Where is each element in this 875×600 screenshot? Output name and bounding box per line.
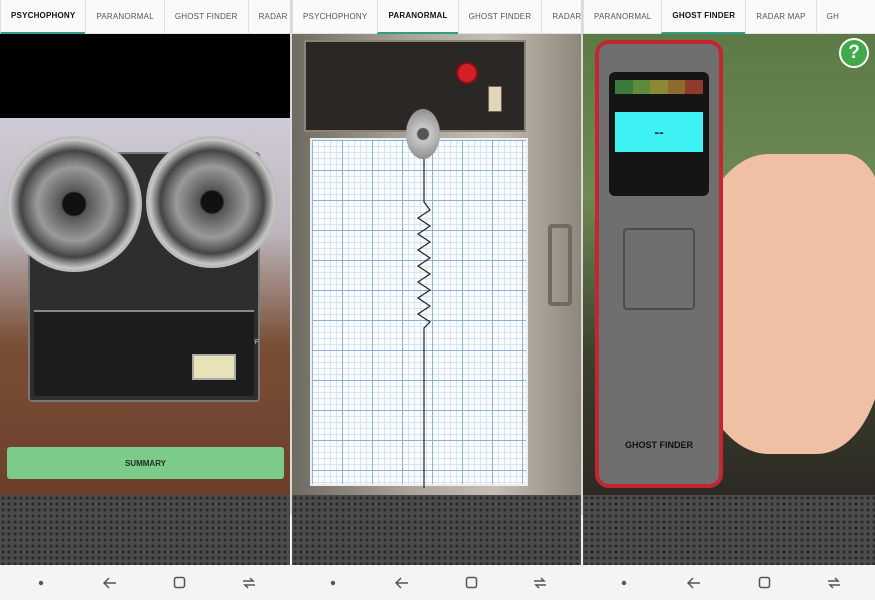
content-area: -- GHOST FINDER ? [583, 34, 875, 495]
system-nav-bar [0, 565, 290, 600]
tab-paranormal[interactable]: PARANORMAL [583, 0, 661, 34]
recent-apps-icon[interactable] [820, 571, 848, 595]
back-arrow-icon[interactable] [680, 571, 708, 595]
case-handle [548, 224, 572, 306]
device-screen: -- [609, 72, 709, 196]
tab-paranormal[interactable]: PARANORMAL [85, 0, 163, 34]
tab-radar-map[interactable]: RADAR MAP [745, 0, 815, 34]
right-reel [146, 136, 278, 268]
toggle-switch [488, 86, 502, 112]
psychophony-screen: PSYCHOPHONY PARANORMAL GHOST FINDER RADA… [0, 0, 290, 600]
tab-bar: PARANORMAL GHOST FINDER RADAR MAP GH [583, 0, 875, 34]
led-3 [650, 80, 668, 94]
tab-bar: PSYCHOPHONY PARANORMAL GHOST FINDER RADA… [292, 0, 581, 34]
home-icon[interactable] [166, 571, 194, 595]
led-2 [632, 80, 651, 94]
waveform-trace [416, 140, 432, 488]
tab-radar[interactable]: RADAR [247, 0, 290, 34]
system-nav-bar [292, 565, 581, 600]
speaker-grille [0, 495, 290, 565]
control-panel [34, 310, 254, 396]
recent-apps-icon[interactable] [526, 571, 554, 595]
dot-icon[interactable] [610, 571, 638, 595]
tab-ghost-finder[interactable]: GHOST FINDER [163, 0, 248, 34]
tab-paranormal[interactable]: PARANORMAL [377, 0, 458, 34]
ghost-finder-device: -- GHOST FINDER [595, 40, 723, 488]
tab-ghost-finder[interactable]: GHOST FINDER [661, 0, 746, 34]
pen-stylus [406, 109, 440, 159]
chart-paper [310, 138, 528, 488]
tab-ghost-finder[interactable]: GHOST FINDER [457, 0, 542, 34]
vu-meter [192, 354, 236, 380]
tab-bar: PSYCHOPHONY PARANORMAL GHOST FINDER RADA… [0, 0, 290, 34]
speaker-grille [292, 495, 581, 565]
system-nav-bar [583, 565, 875, 600]
led-1 [615, 80, 633, 94]
home-icon[interactable] [457, 571, 485, 595]
black-area [0, 34, 290, 118]
led-5 [685, 80, 703, 94]
back-arrow-icon[interactable] [96, 571, 124, 595]
led-4 [667, 80, 686, 94]
speaker-grille [583, 495, 875, 565]
paranormal-screen: PSYCHOPHONY PARANORMAL GHOST FINDER RADA… [292, 0, 581, 600]
recent-apps-icon[interactable] [235, 571, 263, 595]
help-button[interactable]: ? [839, 38, 869, 68]
content-area: ON/OFF SUMMARY [0, 34, 290, 495]
tab-radar[interactable]: RADARY [541, 0, 581, 34]
device-label: GHOST FINDER [624, 440, 693, 450]
left-reel [6, 136, 142, 272]
device-grip [623, 228, 695, 310]
back-arrow-icon[interactable] [388, 571, 416, 595]
tab-psychophony[interactable]: PSYCHOPHONY [0, 0, 86, 34]
ghost-finder-screen: PARANORMAL GHOST FINDER RADAR MAP GH -- … [583, 0, 875, 600]
summary-button[interactable]: SUMMARY [7, 447, 284, 479]
red-indicator-light [456, 62, 478, 84]
dot-icon[interactable] [27, 571, 55, 595]
reel-tape-recorder: ON/OFF [6, 136, 278, 402]
signal-led-bar [615, 80, 703, 94]
home-icon[interactable] [750, 571, 778, 595]
dot-icon[interactable] [319, 571, 347, 595]
tab-ghost-partial[interactable]: GH [815, 0, 849, 34]
lcd-readout: -- [615, 112, 703, 152]
content-area [292, 34, 581, 495]
tab-psychophony[interactable]: PSYCHOPHONY [292, 0, 377, 34]
